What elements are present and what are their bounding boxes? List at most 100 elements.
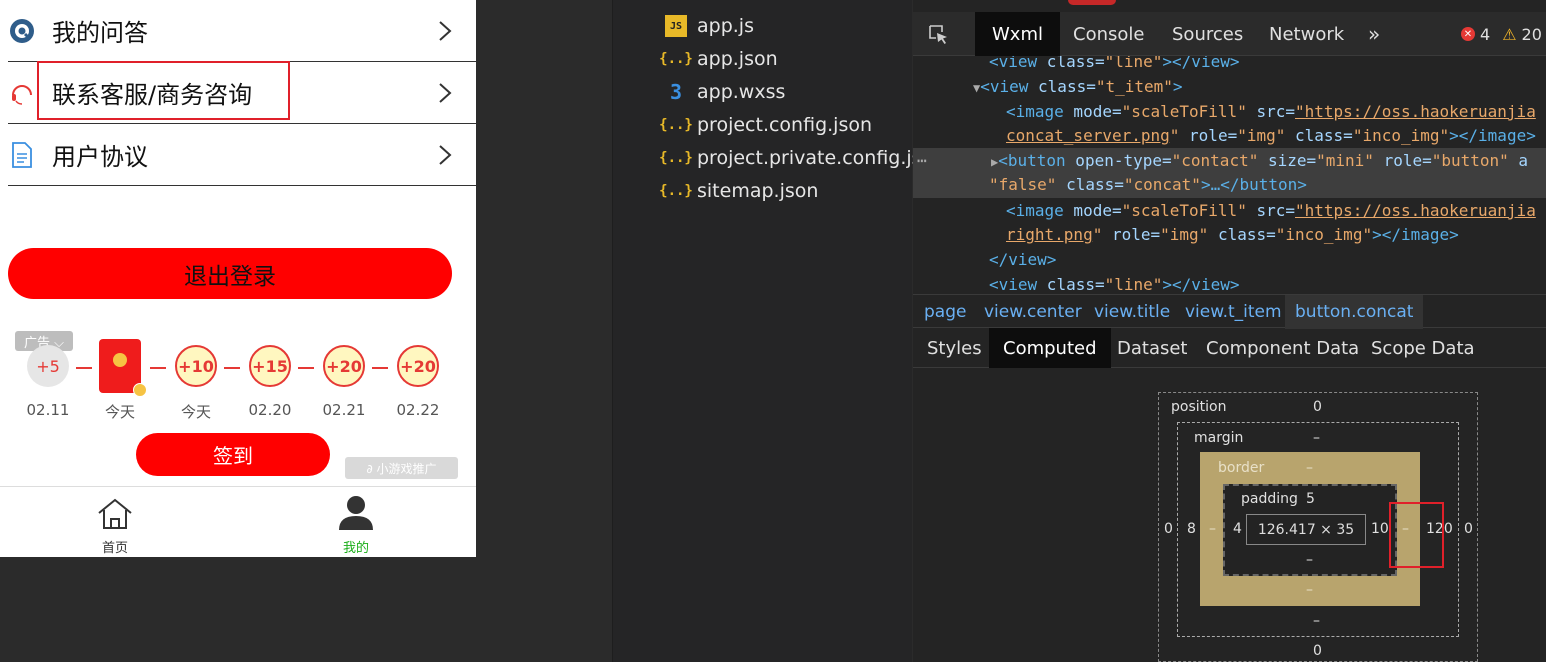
reward-coin: +10	[175, 345, 217, 387]
file-name: project.private.config.js...	[697, 147, 940, 169]
padding-label: padding	[1241, 491, 1298, 507]
reward-coin: +15	[249, 345, 291, 387]
devtools-panel: Wxml Console Sources Network » ✕ 4 ⚠ 20 …	[913, 0, 1546, 662]
code-line[interactable]: </view>	[989, 248, 1056, 272]
checkin-day[interactable]: 今天	[90, 339, 150, 422]
inspect-element-icon[interactable]	[927, 23, 949, 45]
code-line[interactable]: <view class="line"></view>	[989, 56, 1239, 74]
code-line[interactable]: ▼<view class="t_item">	[973, 75, 1183, 99]
tab-scope-data[interactable]: Scope Data	[1371, 328, 1475, 368]
file-name: app.wxss	[697, 81, 786, 103]
file-name: sitemap.json	[697, 180, 819, 202]
position-bottom: 0	[1313, 643, 1322, 659]
more-tabs-button[interactable]: »	[1368, 12, 1380, 56]
checkin-day[interactable]: +15 02.20	[240, 345, 300, 419]
js-file-icon: JS	[665, 15, 687, 37]
node-options-ellipsis[interactable]: ⋯	[917, 149, 927, 173]
tab-home[interactable]: 首页	[75, 487, 155, 556]
tab-wxml[interactable]: Wxml	[975, 12, 1060, 56]
chevron-right-icon	[439, 144, 452, 165]
code-line-selected[interactable]: ▶<button open-type="contact" size="mini"…	[991, 149, 1528, 173]
tab-network[interactable]: Network	[1269, 12, 1344, 56]
menu-item-qa[interactable]: 我的问答	[8, 0, 476, 62]
tab-console[interactable]: Console	[1073, 12, 1144, 56]
breadcrumb-item[interactable]: view.t_item	[1185, 295, 1282, 329]
logout-button[interactable]: 退出登录	[8, 248, 452, 299]
wxml-tree: <view class="line"></view> ▼<view class=…	[913, 56, 1546, 294]
highlight-box	[1389, 502, 1444, 568]
document-icon	[8, 141, 36, 169]
error-icon: ✕	[1461, 27, 1475, 41]
file-item[interactable]: JS app.js	[665, 11, 754, 41]
question-circle-icon	[8, 17, 36, 45]
tab-sources[interactable]: Sources	[1172, 12, 1243, 56]
breadcrumb-item-selected[interactable]: button.concat	[1285, 295, 1424, 329]
file-item[interactable]: 3 app.wxss	[665, 77, 785, 107]
chevron-right-icon	[439, 82, 452, 103]
breadcrumb-item[interactable]: view.title	[1094, 295, 1170, 329]
tab-computed[interactable]: Computed	[989, 328, 1111, 368]
tab-styles[interactable]: Styles	[927, 328, 982, 368]
checkin-date: 02.22	[396, 401, 440, 419]
checkin-day[interactable]: +10 今天	[166, 345, 226, 422]
tab-dataset[interactable]: Dataset	[1117, 328, 1188, 368]
checkin-date: 02.11	[26, 401, 70, 419]
code-line[interactable]: <view class="line"></view>	[989, 273, 1239, 294]
box-model-content: 126.417 × 35	[1246, 514, 1366, 545]
home-icon	[98, 498, 132, 529]
menu-item-label: 我的问答	[52, 19, 148, 47]
file-item[interactable]: {..} project.private.config.js...	[659, 143, 940, 173]
screen: 我的问答 联系客服/商务咨询 用户协议 退出登录 广告 ⌵ +5 02.11 今…	[0, 0, 1546, 662]
code-line-selected[interactable]: "false" class="concat">…</button>	[989, 173, 1307, 197]
json-file-icon: {..}	[659, 117, 693, 133]
signin-button[interactable]: 签到	[136, 433, 330, 476]
position-left: 0	[1164, 521, 1173, 537]
breadcrumb-item[interactable]: view.center	[984, 295, 1082, 329]
file-item[interactable]: {..} project.config.json	[659, 110, 872, 140]
code-line[interactable]: <image mode="scaleToFill" src="https://o…	[1006, 100, 1536, 124]
code-line[interactable]: concat_server.png" role="img" class="inc…	[1006, 124, 1536, 148]
tab-mine[interactable]: 我的	[316, 487, 396, 556]
checkin-date: 02.21	[322, 401, 366, 419]
simulator-phone: 我的问答 联系客服/商务咨询 用户协议 退出登录 广告 ⌵ +5 02.11 今…	[0, 0, 476, 557]
tab-component-data[interactable]: Component Data	[1206, 328, 1359, 368]
margin-label: margin	[1194, 430, 1244, 446]
file-item[interactable]: {..} sitemap.json	[659, 176, 819, 206]
headset-icon	[8, 79, 36, 107]
red-packet-icon	[99, 339, 147, 397]
tab-home-label: 首页	[101, 541, 128, 556]
connector-dash	[150, 367, 166, 369]
margin-left: 8	[1187, 521, 1196, 537]
json-file-icon: {..}	[659, 183, 693, 199]
reward-coin: +20	[323, 345, 365, 387]
devtools-tabbar: Wxml Console Sources Network » ✕ 4 ⚠ 20	[913, 12, 1546, 56]
code-line[interactable]: right.png" role="img" class="inco_img"><…	[1006, 223, 1459, 247]
padding-left: 4	[1233, 521, 1242, 537]
tab-bar: 首页 我的	[0, 486, 476, 557]
checkin-day[interactable]: +5 02.11	[18, 345, 78, 419]
padding-top: 5	[1306, 491, 1315, 507]
connector-dash	[298, 367, 314, 369]
checkin-date: 今天	[180, 403, 211, 421]
border-label: border	[1218, 460, 1265, 476]
border-bottom: –	[1306, 582, 1313, 598]
json-file-icon: {..}	[659, 51, 693, 67]
checkin-day[interactable]: +20 02.21	[314, 345, 374, 419]
menu-item-agreement[interactable]: 用户协议	[8, 124, 476, 186]
file-name: app.json	[697, 48, 778, 70]
error-warning-counter[interactable]: ✕ 4 ⚠ 20	[1461, 12, 1542, 56]
connector-dash	[372, 367, 388, 369]
checkin-day[interactable]: +20 02.22	[388, 345, 448, 419]
user-icon	[339, 496, 373, 530]
code-line[interactable]: <image mode="scaleToFill" src="https://o…	[1006, 199, 1536, 223]
mini-game-promo-tag[interactable]: ∂ 小游戏推广	[345, 457, 458, 479]
tab-mine-label: 我的	[342, 541, 369, 556]
checkin-date: 今天	[104, 403, 135, 421]
style-panel-tabs: Styles Computed Dataset Component Data S…	[913, 328, 1546, 368]
warning-icon: ⚠	[1502, 24, 1517, 44]
file-item[interactable]: {..} app.json	[659, 44, 778, 74]
menu-item-label: 用户协议	[52, 143, 148, 171]
file-explorer: JS app.js {..} app.json 3 app.wxss {..} …	[612, 0, 940, 662]
border-left: –	[1209, 521, 1216, 537]
breadcrumb-item[interactable]: page	[924, 295, 966, 329]
